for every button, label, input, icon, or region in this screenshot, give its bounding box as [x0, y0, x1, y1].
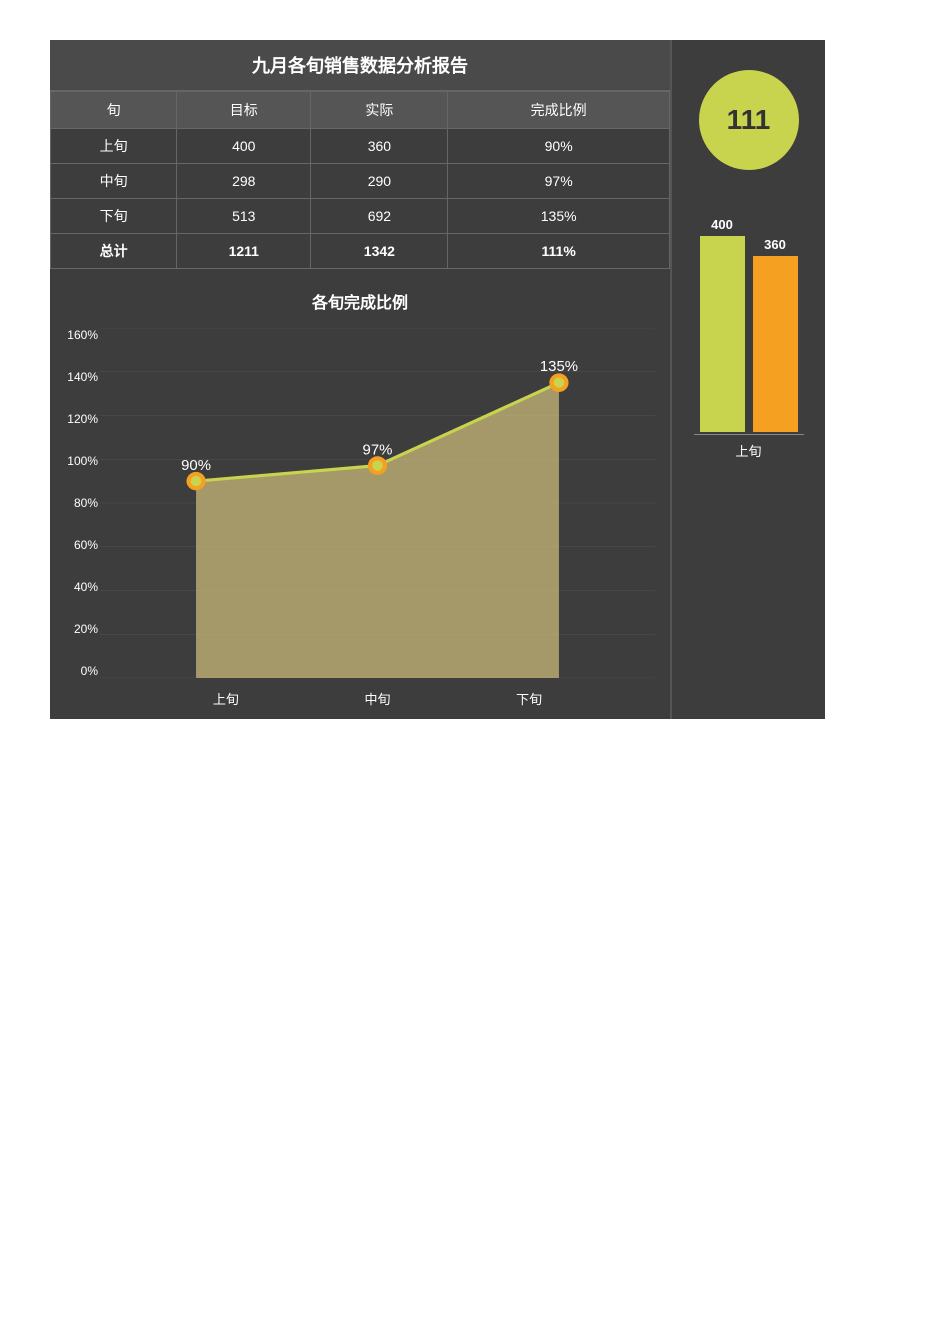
table-cell-0-2: 360 [311, 129, 448, 164]
x-axis-labels: 上旬 中旬 下旬 [100, 689, 655, 708]
table-cell-1-0: 中旬 [51, 164, 177, 199]
table-cell-2-1: 513 [177, 199, 311, 234]
y-label-60: 60% [60, 538, 98, 552]
y-label-120: 120% [60, 412, 98, 426]
left-section: 九月各旬销售数据分析报告 旬 目标 实际 完成比例 上旬40036090%中旬2… [50, 40, 670, 719]
col-header-target: 目标 [177, 92, 311, 129]
x-label-mid: 中旬 [364, 689, 390, 708]
bar-x-label: 上旬 [735, 441, 761, 460]
table-row: 中旬29829097% [51, 164, 670, 199]
line-chart-svg: 90% 97% 135% [100, 328, 655, 678]
data-table: 旬 目标 实际 完成比例 上旬40036090%中旬29829097%下旬513… [50, 91, 670, 269]
table-cell-0-3: 90% [448, 129, 670, 164]
y-label-40: 40% [60, 580, 98, 594]
x-label-lower: 下旬 [516, 689, 542, 708]
table-cell-2-0: 下旬 [51, 199, 177, 234]
report-title: 九月各旬销售数据分析报告 [50, 40, 670, 91]
main-panel: 九月各旬销售数据分析报告 旬 目标 实际 完成比例 上旬40036090%中旬2… [50, 40, 895, 719]
y-label-160: 160% [60, 328, 98, 342]
chart-area: 160% 140% 120% 100% 80% 60% 40% 20% 0% [100, 328, 655, 708]
table-cell-3-0: 总计 [51, 234, 177, 269]
actual-bar-rect [753, 256, 798, 432]
target-bar-rect [700, 236, 745, 432]
chart-inner: 90% 97% 135% [100, 328, 655, 678]
y-label-20: 20% [60, 622, 98, 636]
bar-baseline [694, 434, 804, 435]
completion-circle: 111 [699, 70, 799, 170]
table-cell-2-3: 135% [448, 199, 670, 234]
col-header-actual: 实际 [311, 92, 448, 129]
bar-label-row: 上旬 [684, 441, 814, 460]
table-cell-0-0: 上旬 [51, 129, 177, 164]
x-label-upper: 上旬 [213, 689, 239, 708]
y-label-100: 100% [60, 454, 98, 468]
y-label-80: 80% [60, 496, 98, 510]
target-bar-item: 400 [700, 217, 745, 432]
svg-text:97%: 97% [363, 443, 393, 459]
table-cell-3-2: 1342 [311, 234, 448, 269]
completion-number: 111 [727, 104, 771, 136]
table-row: 下旬513692135% [51, 199, 670, 234]
table-cell-1-3: 97% [448, 164, 670, 199]
table-cell-0-1: 400 [177, 129, 311, 164]
col-header-ratio: 完成比例 [448, 92, 670, 129]
col-header-period: 旬 [51, 92, 177, 129]
page-container: 九月各旬销售数据分析报告 旬 目标 实际 完成比例 上旬40036090%中旬2… [0, 0, 945, 1337]
y-axis-labels: 160% 140% 120% 100% 80% 60% 40% 20% 0% [60, 328, 98, 678]
y-label-140: 140% [60, 370, 98, 384]
chart-container: 各旬完成比例 160% 140% 120% 100% 80% 60% 40% 2… [50, 269, 670, 719]
target-bar-value: 400 [711, 217, 733, 232]
table-cell-3-1: 1211 [177, 234, 311, 269]
right-section: 111 400 360 上旬 [670, 40, 825, 719]
y-label-0: 0% [60, 664, 98, 678]
svg-text:90%: 90% [181, 458, 211, 474]
svg-text:135%: 135% [540, 359, 578, 375]
actual-bar-value: 360 [764, 237, 786, 252]
table-cell-1-1: 298 [177, 164, 311, 199]
chart-title: 各旬完成比例 [65, 289, 655, 313]
right-bar-chart: 400 360 上旬 [684, 210, 814, 460]
table-cell-2-2: 692 [311, 199, 448, 234]
table-row: 上旬40036090% [51, 129, 670, 164]
actual-bar-item: 360 [753, 237, 798, 432]
bars-wrapper: 400 360 [700, 212, 798, 432]
table-cell-3-3: 111% [448, 234, 670, 269]
table-cell-1-2: 290 [311, 164, 448, 199]
table-row: 总计12111342111% [51, 234, 670, 269]
